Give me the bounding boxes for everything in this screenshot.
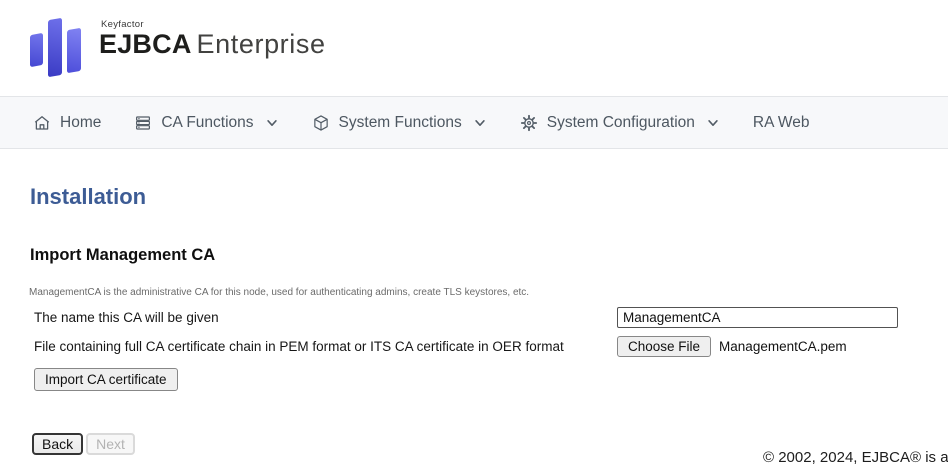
brand-product: EJBCAEnterprise <box>99 30 326 59</box>
logo-bar-right <box>67 28 81 73</box>
chevron-down-icon <box>265 116 279 130</box>
selected-file-name: ManagementCA.pem <box>719 339 847 354</box>
logo-bar-middle <box>48 18 62 77</box>
keyfactor-logo-icon <box>30 13 86 75</box>
nav-item-label: System Functions <box>339 114 462 132</box>
app-header: Keyfactor EJBCAEnterprise <box>0 0 948 96</box>
brand-edition: Enterprise <box>197 29 326 59</box>
ca-file-label: File containing full CA certificate chai… <box>30 339 617 354</box>
section-description: ManagementCA is the administrative CA fo… <box>29 287 948 298</box>
main-nav: Home CA Functions <box>0 96 948 149</box>
footer-copyright: © 2002, 2024, EJBCA® is a <box>763 449 948 465</box>
nav-item-system-configuration[interactable]: System Configuration <box>520 114 720 132</box>
nav-item-label: System Configuration <box>547 114 695 132</box>
ca-name-input[interactable] <box>617 307 898 328</box>
server-icon <box>134 114 152 132</box>
import-ca-certificate-button[interactable]: Import CA certificate <box>34 368 178 391</box>
gear-icon <box>520 114 538 132</box>
brand-product-name: EJBCA <box>99 29 192 59</box>
nav-item-label: RA Web <box>753 114 810 132</box>
nav-item-ra-web[interactable]: RA Web <box>753 114 810 132</box>
logo-bar-left <box>30 33 43 67</box>
ca-file-row: File containing full CA certificate chai… <box>30 334 948 358</box>
main-content: Installation Import Management CA Manage… <box>0 185 948 455</box>
page-title: Installation <box>30 185 948 208</box>
chevron-down-icon <box>706 116 720 130</box>
chevron-down-icon <box>473 116 487 130</box>
cube-icon <box>312 114 330 132</box>
ca-name-label: The name this CA will be given <box>30 310 617 325</box>
brand-wordmark: Keyfactor EJBCAEnterprise <box>99 13 326 59</box>
section-title: Import Management CA <box>30 247 948 264</box>
nav-item-system-functions[interactable]: System Functions <box>312 114 487 132</box>
file-picker: Choose File ManagementCA.pem <box>617 336 948 357</box>
nav-item-label: CA Functions <box>161 114 253 132</box>
choose-file-button[interactable]: Choose File <box>617 336 711 357</box>
back-button[interactable]: Back <box>32 433 83 455</box>
nav-item-home[interactable]: Home <box>33 114 101 132</box>
nav-item-ca-functions[interactable]: CA Functions <box>134 114 278 132</box>
ca-name-row: The name this CA will be given <box>30 305 948 329</box>
home-icon <box>33 114 51 132</box>
nav-item-label: Home <box>60 114 101 132</box>
next-button[interactable]: Next <box>86 433 135 455</box>
